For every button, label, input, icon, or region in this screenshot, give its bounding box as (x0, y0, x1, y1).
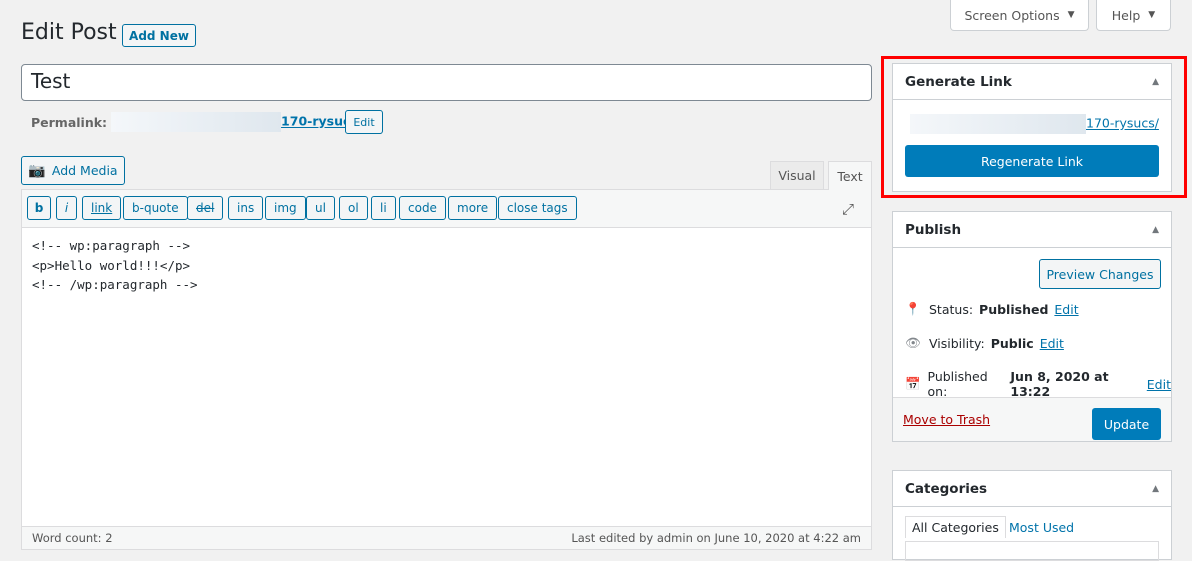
qt-ol[interactable]: ol (339, 196, 368, 220)
content-line: <p>Hello world!!!</p> (32, 257, 191, 273)
word-count: Word count: 2 (32, 531, 113, 545)
screen-options-label: Screen Options (964, 7, 1060, 23)
qt-bquote[interactable]: b-quote (123, 196, 188, 220)
visibility-label: Visibility: (929, 335, 985, 351)
qt-more[interactable]: more (448, 196, 498, 220)
help-label: Help (1111, 7, 1141, 23)
publish-title: Publish (905, 221, 962, 238)
fullscreen-icon[interactable]: ⤢ (842, 200, 854, 218)
eye-icon: 👁 (905, 335, 921, 350)
publish-actions: Move to Trash Update (893, 397, 1171, 441)
generated-link-suffix: 170-rysucs/ (1086, 115, 1159, 131)
update-button[interactable]: Update (1092, 408, 1161, 440)
publish-box: Publish ▲ Preview Changes 📍 Status: Publish… (892, 211, 1172, 442)
caret-down-icon: ▼ (1067, 10, 1075, 20)
qt-img[interactable]: img (265, 196, 306, 220)
qt-del[interactable]: del (187, 196, 224, 220)
tab-all-categories[interactable]: All Categories (905, 516, 1006, 538)
content-line: <!-- wp:paragraph --> (32, 238, 191, 253)
categories-title: Categories (905, 480, 988, 497)
screen-options-button[interactable]: Screen Options ▼ (950, 0, 1089, 31)
title-input[interactable]: Test (21, 64, 872, 101)
regenerate-link-button[interactable]: Regenerate Link (905, 145, 1159, 177)
permalink-link[interactable]: 170-rysucs/ (111, 112, 362, 132)
collapse-arrow-icon[interactable]: ▲ (1152, 77, 1159, 87)
editor-container: ⤢ <!-- wp:paragraph --> <p>Hello world!!!… (21, 189, 872, 550)
add-media-label: Add Media (51, 163, 118, 178)
qt-code[interactable]: code (399, 196, 446, 220)
published-label: Published on: (927, 369, 988, 399)
generated-link[interactable]: 170-rysucs/ (910, 114, 1159, 134)
permalink: Permalink: 170-rysucs/ (31, 112, 362, 132)
content-textarea[interactable]: <!-- wp:paragraph --> <p>Hello world!!!</… (32, 236, 198, 295)
status-bar: Word count: 2 Last edited by admin on Jun… (22, 526, 871, 549)
add-media-button[interactable]: 📷 Add Media (21, 156, 125, 185)
qt-italic[interactable]: i (56, 196, 77, 220)
visibility-value: Public (990, 335, 1034, 351)
last-edited: Last edited by admin on June 10, 2020 at… (571, 531, 861, 545)
collapse-arrow-icon[interactable]: ▲ (1152, 225, 1159, 235)
move-to-trash-link[interactable]: Move to Trash (903, 412, 990, 427)
status-edit-link[interactable]: Edit (1054, 302, 1078, 317)
permalink-edit-button[interactable]: Edit (345, 110, 383, 134)
content-line: <!-- /wp:paragraph --> (32, 277, 198, 292)
tab-most-used[interactable]: Most Used (1009, 520, 1074, 535)
qt-li[interactable]: li (371, 196, 396, 220)
page-title: Edit Post (21, 20, 117, 45)
generate-link-box: Generate Link ▲ 170-rysucs/ Regenerate Li… (892, 63, 1172, 192)
qt-ul[interactable]: ul (306, 196, 335, 220)
tab-text[interactable]: Text (828, 161, 872, 190)
help-button[interactable]: Help ▼ (1096, 0, 1171, 31)
collapse-arrow-icon[interactable]: ▲ (1152, 484, 1159, 494)
qt-close-tags[interactable]: close tags (498, 196, 577, 220)
caret-down-icon: ▼ (1148, 10, 1156, 20)
preview-changes-button[interactable]: Preview Changes (1039, 259, 1161, 289)
visibility-edit-link[interactable]: Edit (1040, 336, 1064, 351)
permalink-label: Permalink: (31, 114, 108, 130)
calendar-icon: 📅 (905, 376, 921, 391)
qt-ins[interactable]: ins (228, 196, 264, 220)
published-value: Jun 8, 2020 at 13:22 (1010, 369, 1109, 399)
qt-link[interactable]: link (82, 196, 122, 220)
qt-bold[interactable]: b (27, 196, 51, 220)
tab-visual[interactable]: Visual (770, 161, 824, 190)
categories-box: Categories ▲ All Categories Most Used (892, 470, 1172, 561)
status-label: Status: (929, 301, 974, 317)
published-edit-link[interactable]: Edit (1147, 377, 1171, 392)
status-value: Published (979, 301, 1049, 317)
category-list[interactable] (905, 541, 1159, 561)
add-new-button[interactable]: Add New (122, 24, 196, 47)
add-media-icon: 📷 (28, 162, 46, 179)
pin-icon: 📍 (905, 301, 921, 316)
generate-link-title: Generate Link (905, 73, 1012, 90)
